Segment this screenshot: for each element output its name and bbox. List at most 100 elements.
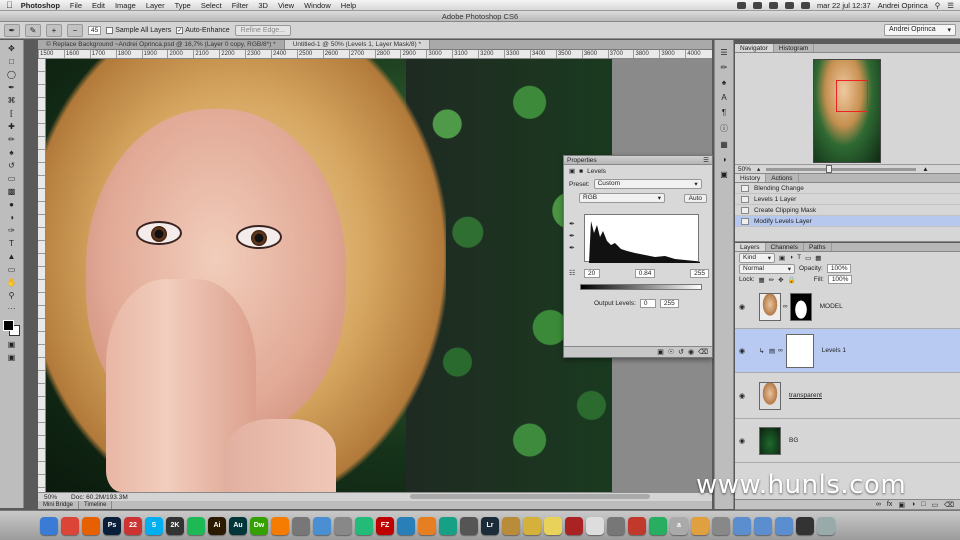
subtract-selection-icon[interactable]: − — [67, 23, 83, 37]
brush-tool-icon[interactable]: ✏ — [3, 134, 21, 144]
filter-smart-icon[interactable]: ▦ — [815, 254, 821, 262]
link-chain-icon[interactable]: ∞ — [778, 347, 783, 354]
foreground-color[interactable] — [3, 320, 14, 331]
menu-photoshop[interactable]: Photoshop — [21, 1, 60, 10]
input-black-field[interactable]: 20 — [584, 269, 600, 278]
quick-selection-tool-icon[interactable]: ✒ — [4, 23, 20, 37]
dock-app-orange-icon[interactable] — [418, 516, 436, 535]
tab-timeline[interactable]: Timeline — [79, 501, 113, 509]
styles-panel-icon[interactable]: ▣ — [720, 170, 728, 179]
eyedropper-tool-icon[interactable]: ⁅ — [3, 108, 21, 118]
clock[interactable]: mar 22 jul 12:37 — [817, 1, 871, 10]
dock-filezilla-icon[interactable]: FZ — [376, 516, 394, 535]
workspace-select[interactable]: Andrei Oprinca ▾ — [884, 24, 956, 36]
menu-file[interactable]: File — [70, 1, 82, 10]
add-selection-icon[interactable]: + — [46, 23, 62, 37]
dock-audition-icon[interactable]: Au — [229, 516, 247, 535]
dock-dreamweaver-icon[interactable]: Dw — [250, 516, 268, 535]
menu-layer[interactable]: Layer — [146, 1, 165, 10]
marquee-tool-icon[interactable]: □ — [3, 56, 21, 66]
zoom-slider-knob[interactable] — [826, 164, 833, 173]
zoom-tool-icon[interactable]: ⚲ — [3, 290, 21, 300]
new-layer-icon[interactable]: ▭ — [931, 501, 938, 509]
dock-app-globe-icon[interactable] — [313, 516, 331, 535]
output-black-field[interactable]: 0 — [639, 299, 656, 308]
dock-app-a-icon[interactable]: a — [670, 516, 688, 535]
dock-app-box-icon[interactable] — [502, 516, 520, 535]
lock-position-icon[interactable]: ✥ — [778, 276, 783, 284]
zoom-in-icon[interactable]: ▲ — [922, 166, 928, 173]
menu-3d[interactable]: 3D — [258, 1, 268, 10]
menu-help[interactable]: Help — [341, 1, 356, 10]
character-panel-icon[interactable]: A — [721, 93, 726, 102]
properties-tab[interactable]: Properties — [567, 156, 597, 164]
new-group-icon[interactable]: □ — [921, 501, 925, 508]
visibility-eye-icon[interactable]: ◉ — [739, 392, 751, 400]
tab-paths[interactable]: Paths — [804, 243, 832, 251]
quick-select-tool-icon[interactable]: ✒ — [3, 82, 21, 92]
info-panel-icon[interactable]: ⓘ — [720, 123, 728, 134]
dock-photoshop-icon[interactable]: Ps — [103, 516, 121, 535]
tab-untitled-1[interactable]: Untitled-1 @ 50% (Levels 1, Layer Mask/8… — [284, 40, 431, 49]
dock-app-pattern-icon[interactable] — [439, 516, 457, 535]
lasso-tool-icon[interactable]: ◯ — [3, 69, 21, 79]
sample-all-layers-checkbox[interactable]: Sample All Layers — [106, 26, 171, 34]
output-gradient[interactable] — [580, 284, 702, 290]
menu-view[interactable]: View — [278, 1, 294, 10]
dock-app-clock-icon[interactable] — [796, 516, 814, 535]
tab-mini-bridge[interactable]: Mini Bridge — [38, 501, 80, 509]
dock-app-target-icon[interactable] — [628, 516, 646, 535]
visibility-eye-icon[interactable]: ◉ — [739, 347, 751, 355]
reset-icon[interactable]: ↺ — [678, 348, 684, 356]
layer-transparent[interactable]: ◉ transparent — [735, 373, 960, 419]
dock-app-notes-icon[interactable] — [523, 516, 541, 535]
brush-size[interactable]: 45 — [88, 25, 102, 35]
brush-panel-icon[interactable]: ✏ — [721, 63, 728, 72]
layer-mask-thumbnail[interactable] — [785, 333, 814, 368]
dock-spotify-icon[interactable] — [187, 516, 205, 535]
history-item[interactable]: Create Clipping Mask — [735, 205, 960, 216]
filter-kind-select[interactable]: Kind ▾ — [739, 252, 775, 263]
dock-app-archive-icon[interactable] — [712, 516, 730, 535]
search-icon[interactable]: ⚲ — [935, 1, 941, 10]
new-selection-icon[interactable]: ✎ — [25, 23, 41, 37]
battery-icon[interactable] — [800, 1, 810, 9]
tab-channels[interactable]: Channels — [766, 243, 804, 251]
move-tool-icon[interactable]: ✥ — [3, 43, 21, 53]
auto-enhance-checkbox[interactable]: ✓ Auto-Enhance — [176, 26, 230, 34]
path-select-icon[interactable]: ▲ — [3, 251, 21, 261]
visibility-eye-icon[interactable]: ◉ — [739, 437, 751, 445]
history-panel-icon[interactable]: ☰ — [720, 48, 727, 57]
dock-chrome-icon[interactable] — [61, 516, 79, 535]
pen-tool-icon[interactable]: ✑ — [3, 225, 21, 235]
dock-app-image-icon[interactable] — [460, 516, 478, 535]
fill-field[interactable]: 100% — [827, 275, 853, 284]
filter-type-icon[interactable]: T — [797, 254, 801, 261]
quick-mask-icon[interactable]: ▣ — [3, 339, 21, 349]
crop-tool-icon[interactable]: ⌘ — [3, 95, 21, 105]
link-layers-icon[interactable]: ∞ — [876, 501, 881, 508]
dock-finder-icon[interactable] — [40, 516, 58, 535]
horizontal-scrollbar[interactable] — [410, 494, 650, 499]
screen-mode-icon[interactable]: ▣ — [3, 352, 21, 362]
tab-histogram[interactable]: Histogram — [774, 44, 815, 52]
output-white-field[interactable]: 255 — [659, 299, 679, 308]
shape-tool-icon[interactable]: ▭ — [3, 264, 21, 274]
type-tool-icon[interactable]: T — [3, 238, 21, 248]
dock-app-paper-icon[interactable] — [586, 516, 604, 535]
more-tools-icon[interactable]: ··· — [3, 303, 21, 313]
stamp-tool-icon[interactable]: ♠ — [3, 147, 21, 157]
menu-edit[interactable]: Edit — [92, 1, 105, 10]
opacity-field[interactable]: 100% — [826, 264, 852, 273]
history-item[interactable]: Levels 1 Layer — [735, 194, 960, 205]
tab-history[interactable]: History — [735, 174, 767, 182]
dock-app-doc-icon[interactable] — [691, 516, 709, 535]
hand-tool-icon[interactable]: ✋ — [3, 277, 21, 287]
blur-tool-icon[interactable]: ● — [3, 199, 21, 209]
swatches-panel-icon[interactable]: ▦ — [720, 140, 728, 149]
navigator-zoom-value[interactable]: 50% — [738, 166, 751, 173]
dock-applications-icon[interactable] — [775, 516, 793, 535]
filter-pixel-icon[interactable]: ▣ — [779, 254, 785, 262]
link-chain-icon[interactable]: ∞ — [783, 303, 788, 310]
user-name[interactable]: Andrei Oprinca — [878, 1, 928, 10]
